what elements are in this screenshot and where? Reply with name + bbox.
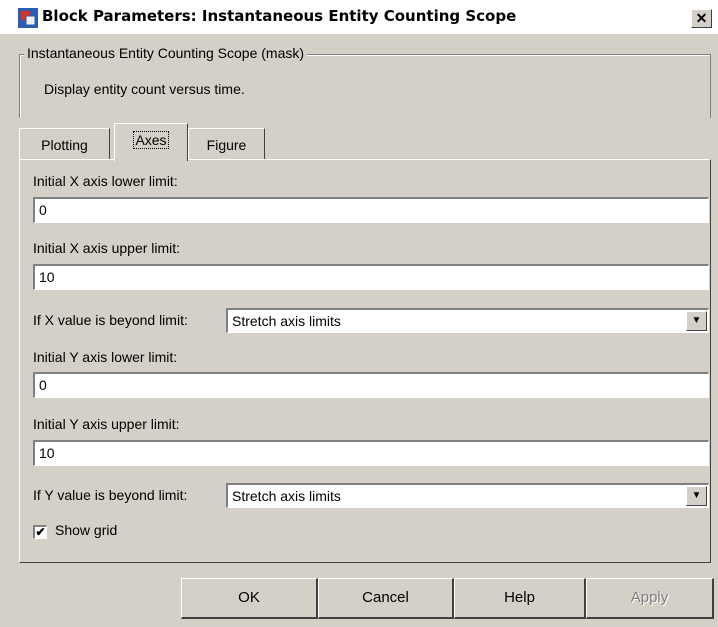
y-lower-limit-label: Initial Y axis lower limit: (33, 349, 178, 365)
y-upper-limit-input[interactable]: 10 (33, 440, 709, 466)
tab-plotting-label: Plotting (41, 137, 88, 153)
cancel-button[interactable]: Cancel (318, 578, 454, 619)
title-bar: Block Parameters: Instantaneous Entity C… (0, 0, 718, 34)
show-grid-checkbox[interactable]: ✔ (33, 525, 47, 539)
x-lower-limit-input[interactable]: 0 (33, 197, 709, 223)
y-lower-limit-input[interactable]: 0 (33, 372, 709, 398)
close-icon: ✕ (695, 10, 708, 26)
simulink-block-icon (18, 8, 38, 28)
tab-axes-label: Axes (133, 131, 169, 149)
chevron-down-icon[interactable]: ▼ (686, 486, 707, 506)
x-beyond-limit-label: If X value is beyond limit: (33, 312, 188, 328)
window-title: Block Parameters: Instantaneous Entity C… (42, 7, 517, 25)
mask-description: Display entity count versus time. (44, 81, 245, 97)
x-beyond-limit-select[interactable]: Stretch axis limits ▼ (226, 308, 709, 333)
tab-plotting[interactable]: Plotting (19, 128, 110, 159)
ok-button[interactable]: OK (181, 578, 318, 619)
tab-figure[interactable]: Figure (188, 128, 265, 159)
apply-button[interactable]: Apply (586, 578, 714, 619)
chevron-down-icon[interactable]: ▼ (686, 311, 707, 331)
x-upper-limit-label: Initial X axis upper limit: (33, 240, 181, 256)
y-beyond-limit-select[interactable]: Stretch axis limits ▼ (226, 483, 709, 508)
y-beyond-limit-label: If Y value is beyond limit: (33, 487, 188, 503)
y-upper-limit-label: Initial Y axis upper limit: (33, 416, 180, 432)
y-beyond-limit-value: Stretch axis limits (232, 488, 341, 504)
show-grid-label: Show grid (55, 522, 118, 538)
x-upper-limit-input[interactable]: 10 (33, 264, 709, 290)
tab-axes[interactable]: Axes (114, 123, 188, 161)
checkmark-icon: ✔ (35, 525, 46, 539)
close-button[interactable]: ✕ (691, 9, 712, 28)
x-beyond-limit-value: Stretch axis limits (232, 313, 341, 329)
x-lower-limit-label: Initial X axis lower limit: (33, 173, 178, 189)
help-button[interactable]: Help (454, 578, 586, 619)
mask-groupbox-legend: Instantaneous Entity Counting Scope (mas… (24, 45, 308, 61)
tab-figure-label: Figure (206, 137, 247, 153)
